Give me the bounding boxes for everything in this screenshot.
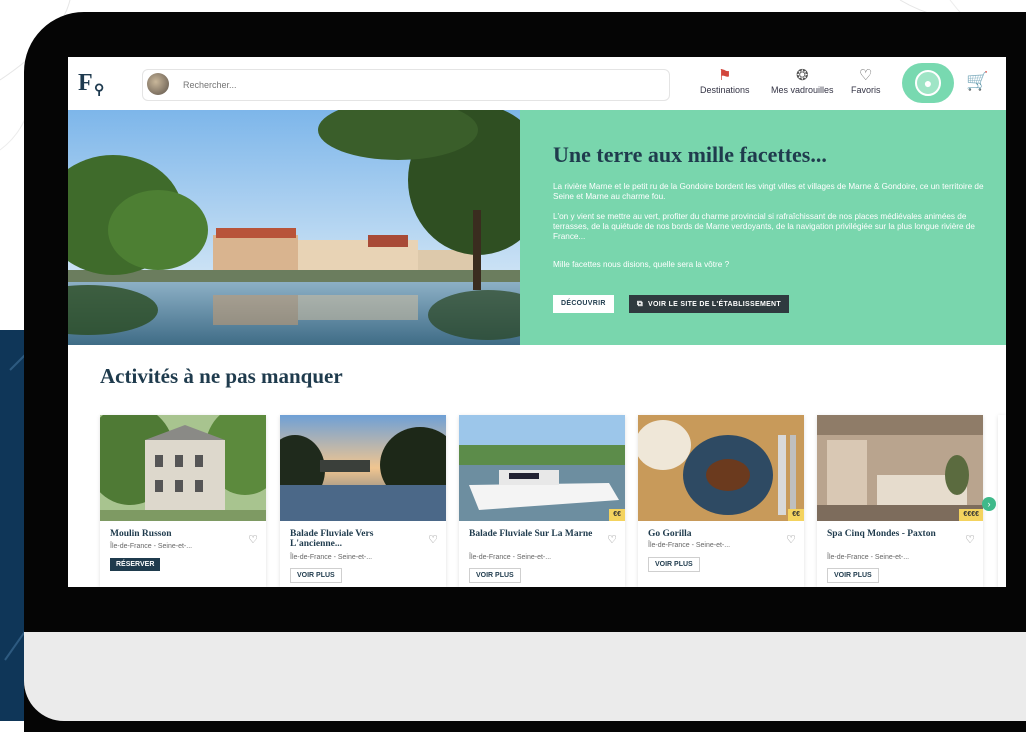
visit-site-label: VOIR LE SITE DE L'ÉTABLISSEMENT <box>648 301 781 308</box>
site-logo[interactable]: F ⚲ <box>78 67 114 99</box>
card-title: Balade Fluviale Sur La Marne <box>469 529 593 539</box>
search-input[interactable] <box>181 75 655 95</box>
tablet-bottom-bezel <box>24 632 1026 721</box>
hero-paragraph: L'on y vient se mettre au vert, profiter… <box>553 212 975 241</box>
activities-title: Activités à ne pas manquer <box>100 364 343 388</box>
next-card-edge <box>998 415 1006 587</box>
tablet-screen: F⚲ ⚑ Destinations ❂ Mes vadrouilles ♡ Fa… <box>68 57 1006 587</box>
nav-favoris-label: Favoris <box>851 85 881 95</box>
heart-icon[interactable]: ♡ <box>786 533 796 546</box>
card-location: Île-de-France - Seine-et-... <box>469 554 552 561</box>
site-header: F⚲ ⚑ Destinations ❂ Mes vadrouilles ♡ Fa… <box>68 57 1006 110</box>
see-more-button[interactable]: VOIR PLUS <box>469 568 521 583</box>
external-link-icon: ⧉ <box>637 299 644 308</box>
discover-button[interactable]: DÉCOUVRIR <box>553 295 614 313</box>
hero-panel: Une terre aux mille facettes... La riviè… <box>520 110 1006 345</box>
visit-site-button[interactable]: ⧉ VOIR LE SITE DE L'ÉTABLISSEMENT <box>629 295 789 313</box>
nav-destinations-label: Destinations <box>700 85 750 95</box>
cart-icon[interactable]: 🛒 <box>966 71 988 92</box>
card-image <box>638 415 804 521</box>
card-title: Moulin Russon <box>110 529 172 539</box>
price-tag: €€ <box>788 509 804 521</box>
nav-mes-vadrouilles[interactable]: ❂ Mes vadrouilles <box>771 67 834 95</box>
search-thumbnail-icon <box>147 73 169 95</box>
activity-card-balade-marne[interactable]: €€ Balade Fluviale Sur La Marne Île-de-F… <box>459 415 625 587</box>
card-image <box>280 415 446 521</box>
card-location: Île-de-France - Seine-et-... <box>827 554 910 561</box>
card-title: Spa Cinq Mondes - Paxton <box>827 529 936 539</box>
user-icon: ● <box>915 70 941 96</box>
activity-card-spa-cinq-mondes[interactable]: €€€€ Spa Cinq Mondes - Paxton Île-de-Fra… <box>817 415 983 587</box>
activity-card-moulin-russon[interactable]: Moulin Russon Île-de-France - Seine-et-.… <box>100 415 266 587</box>
search-bar[interactable] <box>142 69 670 101</box>
chevron-right-icon[interactable]: › <box>982 497 996 511</box>
reserve-button[interactable]: RÉSERVER <box>110 558 161 571</box>
nav-destinations[interactable]: ⚑ Destinations <box>700 67 750 95</box>
nav-mes-vadrouilles-label: Mes vadrouilles <box>771 85 834 95</box>
nav-favoris[interactable]: ♡ Favoris <box>851 67 881 95</box>
card-location: Île-de-France - Seine-et-... <box>648 542 731 549</box>
heart-icon[interactable]: ♡ <box>428 533 438 546</box>
card-image <box>459 415 625 521</box>
heart-icon[interactable]: ♡ <box>248 533 258 546</box>
user-account-button[interactable]: ● <box>902 63 954 103</box>
card-location: Île-de-France - Seine-et-... <box>290 554 373 561</box>
activity-card-go-gorilla[interactable]: €€ Go Gorilla Île-de-France - Seine-et-.… <box>638 415 804 587</box>
card-title: Go Gorilla <box>648 529 692 539</box>
flag-icon: ⚑ <box>718 67 732 84</box>
activity-card-balade-ancienne[interactable]: Balade Fluviale Vers L'ancienne... Île-d… <box>280 415 446 587</box>
card-title: Balade Fluviale Vers L'ancienne... <box>290 529 374 549</box>
card-location: Île-de-France - Seine-et-... <box>110 543 193 550</box>
see-more-button[interactable]: VOIR PLUS <box>290 568 342 583</box>
hero-title: Une terre aux mille facettes... <box>553 142 827 167</box>
price-tag: €€€€ <box>959 509 983 521</box>
pin-icon: ⚲ <box>94 83 105 98</box>
see-more-button[interactable]: VOIR PLUS <box>648 557 700 572</box>
hero-image <box>68 110 520 345</box>
see-more-button[interactable]: VOIR PLUS <box>827 568 879 583</box>
hero-paragraph: La rivière Marne et le petit ru de la Go… <box>553 182 984 201</box>
card-image <box>817 415 983 521</box>
heart-icon[interactable]: ♡ <box>965 533 975 546</box>
hero-paragraph: Mille facettes nous disions, quelle sera… <box>553 260 730 269</box>
price-tag: €€ <box>609 509 625 521</box>
heart-icon[interactable]: ♡ <box>607 533 617 546</box>
card-image <box>100 415 266 521</box>
heart-icon: ♡ <box>859 67 873 84</box>
shell-icon: ❂ <box>795 67 809 84</box>
